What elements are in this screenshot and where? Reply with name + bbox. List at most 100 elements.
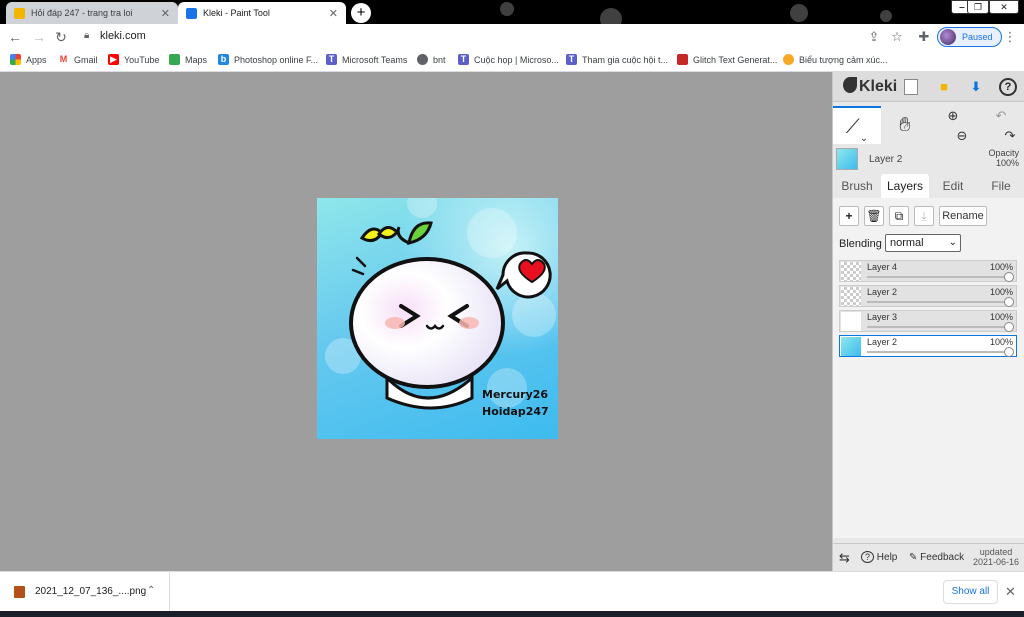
- swap-sides-icon[interactable]: ⇆: [839, 550, 850, 566]
- open-folder-icon[interactable]: ■: [935, 78, 953, 96]
- canvas-workspace[interactable]: Mercury26 Hoidap247: [0, 72, 832, 571]
- tab-hoidap[interactable]: Hỏi đáp 247 - trang tra loi ✕: [6, 2, 178, 24]
- zoom-tools: ⊕ ⊖: [929, 106, 977, 144]
- tab-kleki[interactable]: Kleki - Paint Tool ✕: [178, 2, 346, 24]
- hoidap-favicon-icon: [14, 7, 25, 19]
- teams-icon: T: [566, 54, 577, 65]
- kleki-logo[interactable]: Kleki: [843, 77, 897, 96]
- bookmark-maps[interactable]: Maps: [169, 54, 207, 65]
- browser-toolbar: ← → ↻ 🔒︎ kleki.com ⇪ ☆ ✚ Paused ⋮: [0, 24, 1024, 50]
- zoom-out-icon[interactable]: ⊖: [957, 128, 968, 143]
- layers-tab-body: + 🗑︎ ⧉ ⤓ Rename Blending normal ⌄ Layer …: [833, 198, 1024, 538]
- tab-layers[interactable]: Layers: [881, 174, 929, 198]
- kleki-favicon-icon: [186, 7, 197, 19]
- back-arrow-icon[interactable]: ←: [6, 28, 24, 46]
- photoshop-icon: b: [218, 54, 229, 65]
- address-bar[interactable]: 🔒︎ kleki.com: [78, 27, 916, 47]
- new-document-icon[interactable]: [904, 79, 918, 95]
- lock-icon: 🔒︎: [84, 30, 90, 41]
- youtube-icon: ▶: [108, 54, 119, 65]
- bookmark-photoshop[interactable]: b Photoshop online F...: [218, 54, 318, 65]
- help-icon[interactable]: ?: [999, 78, 1017, 96]
- bookmark-teams-join[interactable]: T Tham gia cuộc hội t...: [566, 54, 668, 65]
- bookmark-label: Apps: [26, 54, 47, 65]
- slider-knob[interactable]: [1004, 272, 1014, 282]
- slider-knob[interactable]: [1004, 322, 1014, 332]
- panel-footer: ⇆ ? Help ✎ Feedback updated 2021-06-16: [833, 543, 1024, 571]
- kleki-header: Kleki ■ ⬇ ?: [833, 72, 1024, 102]
- bookmark-label: Photoshop online F...: [234, 54, 319, 65]
- profile-status: Paused: [962, 32, 993, 42]
- green-sprout: [407, 221, 433, 245]
- download-icon[interactable]: ⬇: [967, 78, 985, 96]
- layer-row[interactable]: Layer 2 100%: [839, 285, 1017, 307]
- url-text: kleki.com: [100, 30, 146, 42]
- close-tab-icon[interactable]: ✕: [329, 7, 338, 20]
- bookmark-glitch[interactable]: Glitch Text Generat...: [677, 54, 777, 65]
- layer-opacity: 100%: [989, 262, 1013, 272]
- layer-opacity-slider[interactable]: [867, 351, 1008, 353]
- slider-knob[interactable]: [1004, 347, 1014, 357]
- layer-row[interactable]: Layer 4 100%: [839, 260, 1017, 282]
- tab-edit[interactable]: Edit: [929, 174, 977, 198]
- blending-select[interactable]: normal ⌄: [885, 234, 961, 252]
- layer-row[interactable]: Layer 3 100%: [839, 310, 1017, 332]
- drawing-canvas[interactable]: Mercury26 Hoidap247: [317, 198, 558, 439]
- bookmark-teams[interactable]: T Microsoft Teams: [326, 54, 407, 65]
- add-layer-button[interactable]: +: [839, 206, 859, 226]
- layer-opacity-slider[interactable]: [867, 276, 1008, 278]
- zoom-in-icon[interactable]: ⊕: [948, 108, 959, 123]
- os-taskbar: [0, 611, 1024, 617]
- redo-icon[interactable]: ↷: [1005, 128, 1016, 143]
- bookmark-label: YouTube: [124, 54, 160, 65]
- new-tab-button[interactable]: +: [351, 3, 371, 23]
- close-window-button[interactable]: ✕: [989, 0, 1019, 14]
- bookmark-gmail[interactable]: M Gmail: [58, 54, 98, 65]
- chevron-up-icon[interactable]: ⌃: [147, 585, 155, 596]
- restore-button[interactable]: ❐: [967, 0, 989, 14]
- forward-arrow-icon[interactable]: →: [30, 28, 48, 46]
- layer-row-selected[interactable]: Layer 2 100%: [839, 335, 1017, 357]
- extensions-puzzle-icon[interactable]: ✚: [916, 29, 932, 45]
- kleki-panel: Kleki ■ ⬇ ? ⟋⌄ ✋︎ ⊕ ⊖ ↶ ↷ Layer 2 Opacit…: [832, 72, 1024, 571]
- undo-icon[interactable]: ↶: [996, 108, 1007, 123]
- maps-icon: [169, 54, 180, 65]
- bookmark-bnt[interactable]: bnt: [417, 54, 446, 65]
- close-tab-icon[interactable]: ✕: [161, 7, 170, 20]
- profile-button[interactable]: Paused: [937, 27, 1002, 47]
- opacity-value: 100%: [995, 158, 1019, 168]
- tab-file[interactable]: File: [977, 174, 1024, 198]
- brush-tool-icon[interactable]: ⟋⌄: [833, 106, 881, 144]
- merge-layer-icon[interactable]: ⤓: [914, 206, 934, 226]
- bookmark-teams-meeting[interactable]: T Cuộc họp | Microso...: [458, 54, 559, 65]
- duplicate-layer-icon[interactable]: ⧉: [889, 206, 909, 226]
- feedback-link[interactable]: ✎ Feedback: [909, 552, 964, 563]
- hand-tool-icon[interactable]: ✋︎: [881, 106, 929, 144]
- delete-layer-icon[interactable]: 🗑︎: [864, 206, 884, 226]
- globe-icon: [417, 54, 428, 65]
- layer-opacity-slider[interactable]: [867, 326, 1008, 328]
- help-link[interactable]: ? Help: [861, 551, 897, 563]
- blending-value: normal: [890, 237, 924, 249]
- download-item[interactable]: 2021_12_07_136_....png ⌃: [0, 572, 170, 612]
- layer-opacity-slider[interactable]: [867, 301, 1008, 303]
- teams-icon: T: [326, 54, 337, 65]
- star-icon[interactable]: ☆: [889, 29, 905, 45]
- menu-kebab-icon[interactable]: ⋮: [1002, 29, 1018, 45]
- tab-brush[interactable]: Brush: [833, 174, 881, 198]
- teams-icon: T: [458, 54, 469, 65]
- layer-thumbnail: [841, 312, 861, 331]
- pencil-icon: ✎: [909, 552, 918, 563]
- history-tools: ↶ ↷: [977, 106, 1024, 144]
- show-all-button[interactable]: Show all: [943, 580, 998, 604]
- bookmark-emoji[interactable]: Biểu tượng cảm xúc...: [783, 54, 887, 65]
- rename-button[interactable]: Rename: [939, 206, 987, 226]
- bookmark-label: Gmail: [74, 54, 98, 65]
- bookmark-youtube[interactable]: ▶ YouTube: [108, 54, 159, 65]
- slider-knob[interactable]: [1004, 297, 1014, 307]
- close-icon[interactable]: ✕: [1005, 584, 1016, 600]
- share-icon[interactable]: ⇪: [866, 29, 882, 45]
- reload-icon[interactable]: ↻: [52, 28, 70, 46]
- bookmark-apps[interactable]: Apps: [10, 54, 47, 65]
- bookmark-label: Maps: [185, 54, 208, 65]
